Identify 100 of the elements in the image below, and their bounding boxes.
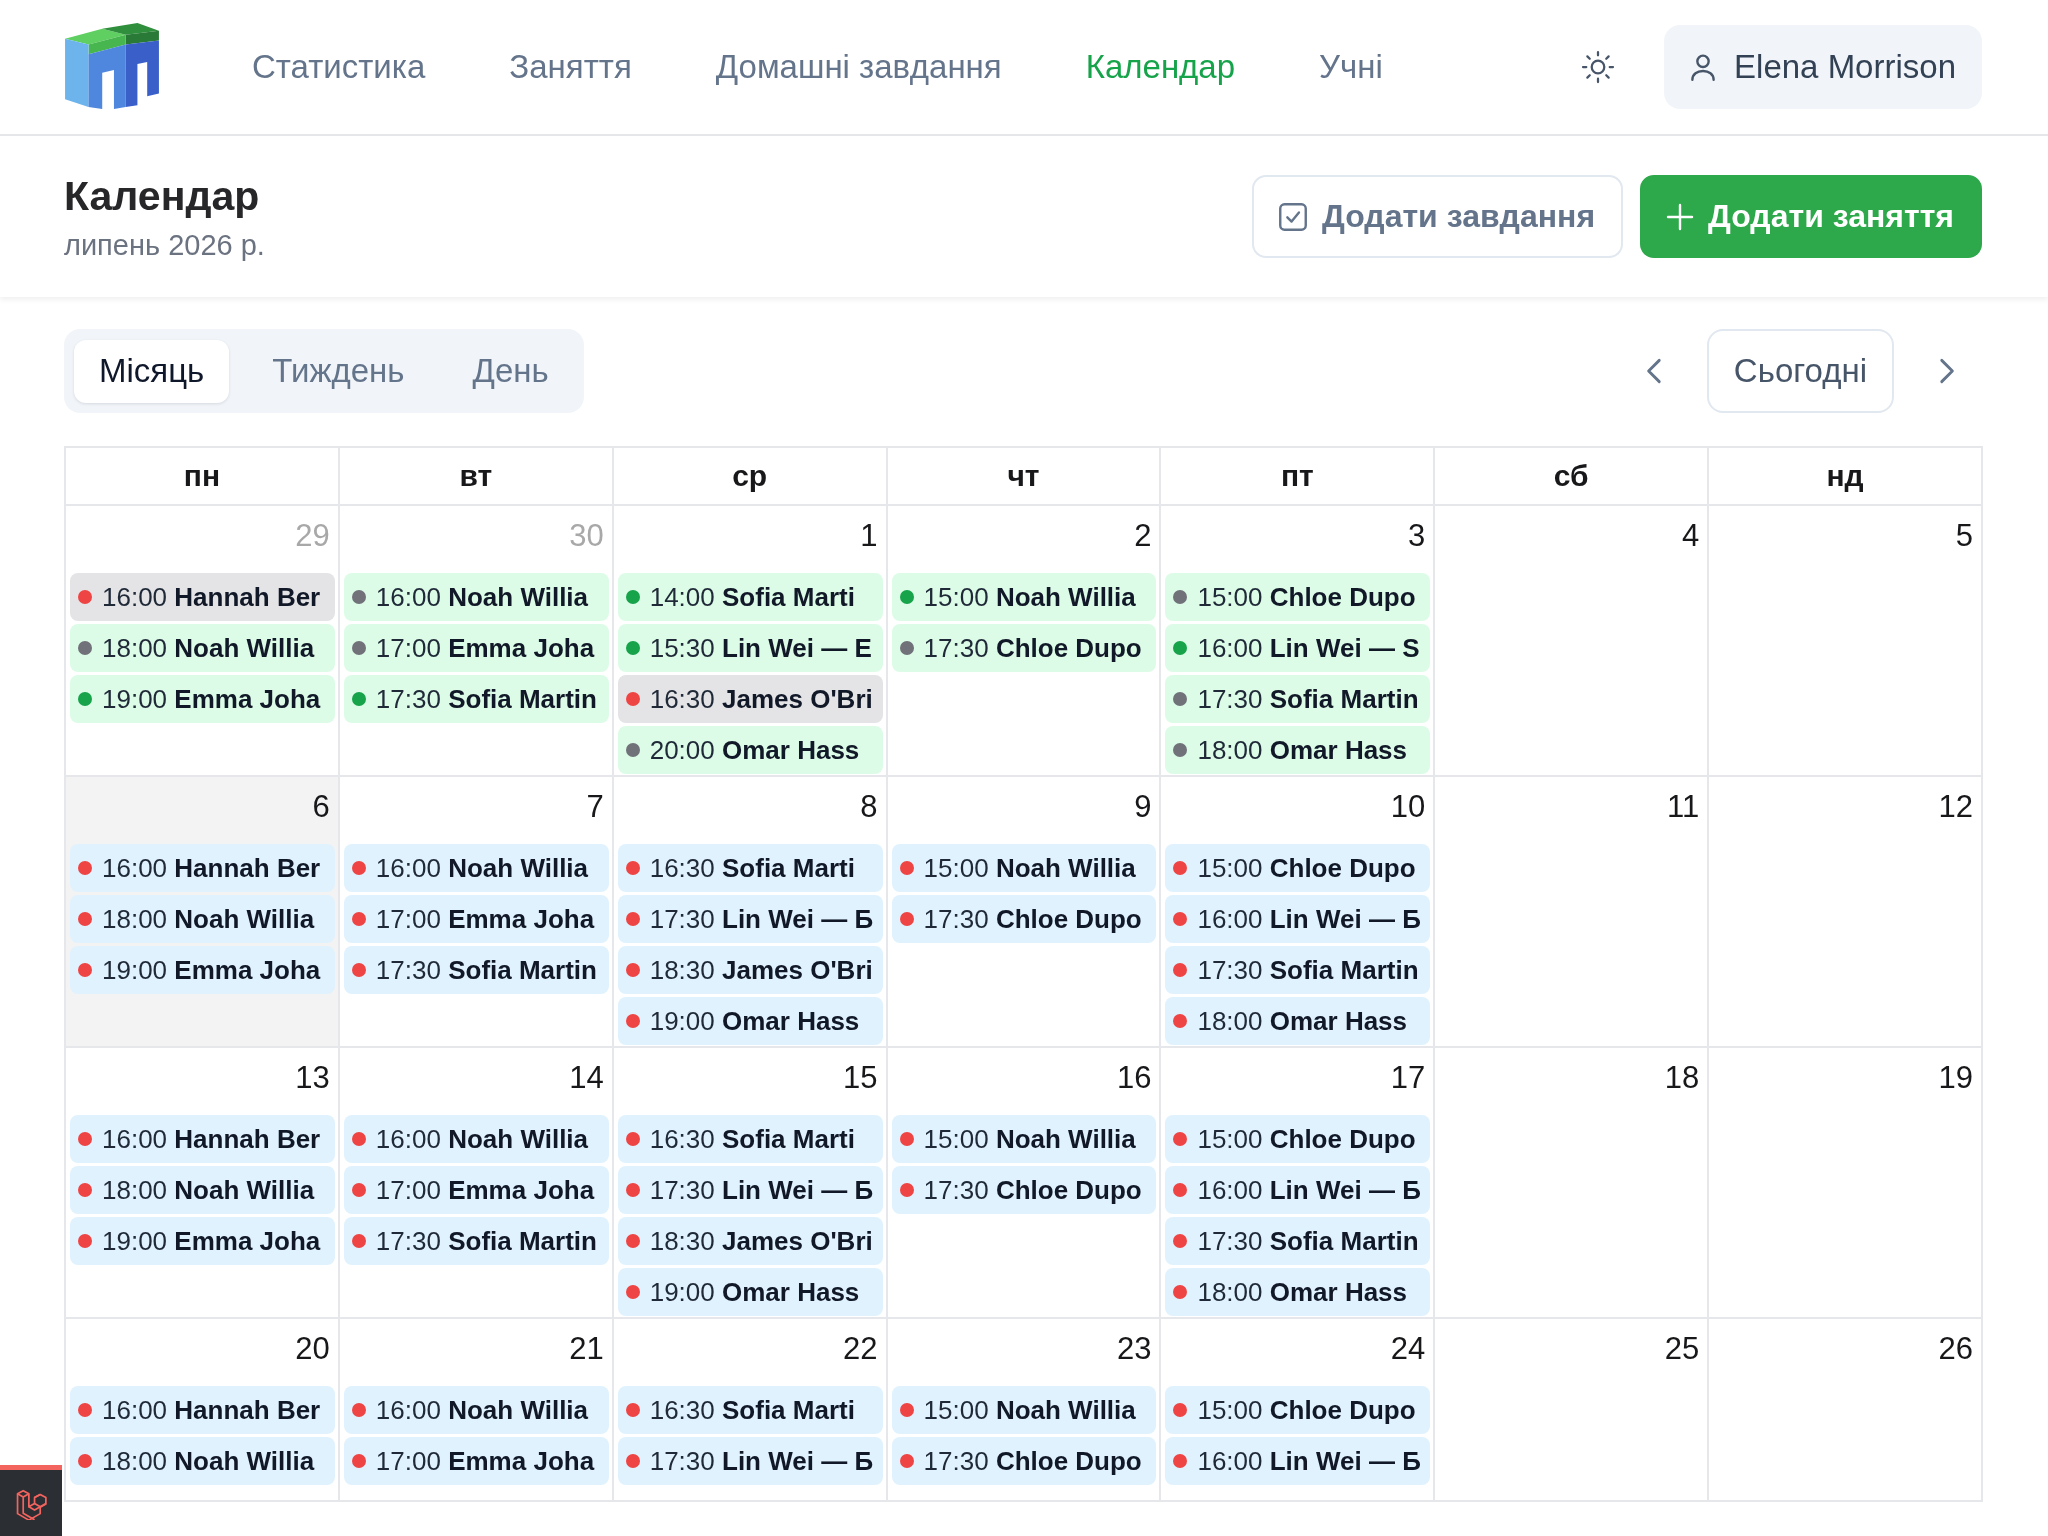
view-tab[interactable]: Місяць xyxy=(74,339,230,403)
day-number: 2 xyxy=(1133,517,1153,555)
page-title: Календар xyxy=(64,171,261,220)
nav-link[interactable]: Статистика xyxy=(252,48,426,86)
event-chip[interactable]: 18:00 Noah Willia xyxy=(70,1166,335,1214)
today-button[interactable]: Сьогодні xyxy=(1706,329,1894,413)
day-number: 11 xyxy=(1665,788,1701,826)
page-subtitle: липень 2026 р. xyxy=(64,227,265,262)
day-number: 7 xyxy=(585,788,605,826)
event-chip[interactable]: 19:00 Emma Joha xyxy=(70,946,335,994)
event-chip[interactable]: 18:00 Noah Willia xyxy=(70,1437,335,1485)
weekday-header: пн xyxy=(66,448,338,504)
event-chip[interactable]: 15:00 Noah Willia xyxy=(891,1386,1157,1434)
event-chip[interactable]: 18:00 Omar Hass xyxy=(1165,726,1431,774)
event-chip[interactable]: 17:30 Sofia Martin xyxy=(343,1217,609,1265)
event-chip[interactable]: 17:30 Lin Wei — Б xyxy=(617,1166,883,1214)
day-number: 19 xyxy=(1937,1059,1974,1097)
event-chip[interactable]: 15:00 Noah Willia xyxy=(891,844,1157,892)
event-chip[interactable]: 16:30 James O'Bri xyxy=(617,675,883,723)
day-number: 22 xyxy=(842,1330,879,1368)
event-chip[interactable]: 16:00 Hannah Ber xyxy=(70,844,335,892)
event-chip[interactable]: 17:00 Emma Joha xyxy=(343,624,609,672)
nav-link[interactable]: Заняття xyxy=(509,48,632,86)
theme-toggle-button[interactable] xyxy=(1580,49,1617,85)
user-menu-button[interactable]: Elena Morrison xyxy=(1664,25,1982,109)
event-chip[interactable]: 16:00 Noah Willia xyxy=(343,1115,609,1163)
event-chip[interactable]: 17:30 Chloe Dupo xyxy=(891,1437,1157,1485)
day-number: 9 xyxy=(1133,788,1153,826)
nav-link[interactable]: Домашні завдання xyxy=(715,48,1002,86)
day-number: 6 xyxy=(311,788,331,826)
event-chip[interactable]: 16:00 Hannah Ber xyxy=(70,573,335,621)
event-chip[interactable]: 17:30 Sofia Martin xyxy=(1165,1217,1431,1265)
day-number: 1 xyxy=(859,517,879,555)
event-chip[interactable]: 15:00 Chloe Dupo xyxy=(1165,1386,1431,1434)
day-number: 10 xyxy=(1389,788,1427,826)
event-chip[interactable]: 18:30 James O'Bri xyxy=(617,946,883,994)
event-chip[interactable]: 16:30 Sofia Marti xyxy=(617,844,883,892)
event-chip[interactable]: 17:30 Chloe Dupo xyxy=(891,1166,1157,1214)
add-task-button[interactable]: Додати завдання xyxy=(1252,175,1624,258)
event-chip[interactable]: 17:30 Sofia Martin xyxy=(1165,946,1431,994)
event-chip[interactable]: 19:00 Emma Joha xyxy=(70,675,335,723)
event-chip[interactable]: 16:00 Hannah Ber xyxy=(70,1386,335,1434)
event-chip[interactable]: 16:00 Hannah Ber xyxy=(70,1115,335,1163)
event-chip[interactable]: 18:00 Noah Willia xyxy=(70,624,335,672)
day-number: 15 xyxy=(842,1059,879,1097)
event-chip[interactable]: 15:00 Chloe Dupo xyxy=(1165,1115,1431,1163)
event-chip[interactable]: 18:30 James O'Bri xyxy=(617,1217,883,1265)
event-chip[interactable]: 17:30 Chloe Dupo xyxy=(891,895,1157,943)
weekday-header: нд xyxy=(1709,448,1981,504)
event-chip[interactable]: 16:00 Noah Willia xyxy=(343,1386,609,1434)
event-chip[interactable]: 15:00 Noah Willia xyxy=(891,573,1157,621)
view-tab[interactable]: День xyxy=(447,339,574,403)
day-number: 14 xyxy=(568,1059,605,1097)
nav-link[interactable]: Учні xyxy=(1319,48,1383,86)
event-chip[interactable]: 15:00 Chloe Dupo xyxy=(1165,573,1431,621)
day-number: 20 xyxy=(294,1330,331,1368)
event-chip[interactable]: 14:00 Sofia Marti xyxy=(617,573,883,621)
day-number: 30 xyxy=(568,517,605,555)
event-chip[interactable]: 16:00 Lin Wei — Б xyxy=(1165,1166,1431,1214)
day-number: 29 xyxy=(294,517,331,555)
day-number: 26 xyxy=(1937,1330,1974,1368)
day-number: 13 xyxy=(294,1059,331,1097)
event-chip[interactable]: 16:30 Sofia Marti xyxy=(617,1115,883,1163)
event-chip[interactable]: 15:00 Chloe Dupo xyxy=(1165,844,1431,892)
event-chip[interactable]: 17:30 Sofia Martin xyxy=(343,946,609,994)
day-number: 24 xyxy=(1389,1330,1427,1368)
event-chip[interactable]: 16:00 Noah Willia xyxy=(343,844,609,892)
event-chip[interactable]: 16:30 Sofia Marti xyxy=(617,1386,883,1434)
event-chip[interactable]: 17:00 Emma Joha xyxy=(343,895,609,943)
event-chip[interactable]: 17:30 Lin Wei — Б xyxy=(617,895,883,943)
event-chip[interactable]: 16:00 Lin Wei — S xyxy=(1165,624,1431,672)
event-chip[interactable]: 16:00 Noah Willia xyxy=(343,573,609,621)
event-chip[interactable]: 17:30 Sofia Martin xyxy=(1165,675,1431,723)
day-number: 4 xyxy=(1680,517,1701,555)
day-number: 25 xyxy=(1663,1330,1701,1368)
event-chip[interactable]: 19:00 Emma Joha xyxy=(70,1217,335,1265)
day-number: 18 xyxy=(1663,1059,1701,1097)
event-chip[interactable]: 15:00 Noah Willia xyxy=(891,1115,1157,1163)
weekday-header: пт xyxy=(1161,448,1434,504)
event-chip[interactable]: 19:00 Omar Hass xyxy=(617,1268,883,1316)
event-chip[interactable]: 18:00 Omar Hass xyxy=(1165,1268,1431,1316)
event-chip[interactable]: 17:30 Sofia Martin xyxy=(343,675,609,723)
event-chip[interactable]: 16:00 Lin Wei — Б xyxy=(1165,895,1431,943)
blocks-logo[interactable] xyxy=(63,23,161,111)
event-chip[interactable]: 19:00 Omar Hass xyxy=(617,997,883,1045)
event-chip[interactable]: 17:30 Lin Wei — Б xyxy=(617,1437,883,1485)
weekday-header: чт xyxy=(887,448,1160,504)
sun-icon xyxy=(1580,49,1617,85)
event-chip[interactable]: 18:00 Noah Willia xyxy=(70,895,335,943)
event-chip[interactable]: 17:30 Chloe Dupo xyxy=(891,624,1157,672)
event-chip[interactable]: 18:00 Omar Hass xyxy=(1165,997,1431,1045)
event-chip[interactable]: 17:00 Emma Joha xyxy=(343,1166,609,1214)
day-number: 16 xyxy=(1115,1059,1153,1097)
event-chip[interactable]: 15:30 Lin Wei — E xyxy=(617,624,883,672)
debug-toolbar-button[interactable] xyxy=(0,1465,62,1536)
event-chip[interactable]: 16:00 Lin Wei — Б xyxy=(1165,1437,1431,1485)
view-tab[interactable]: Тиждень xyxy=(247,339,430,403)
day-number: 12 xyxy=(1937,788,1974,826)
event-chip[interactable]: 20:00 Omar Hass xyxy=(617,726,883,774)
event-chip[interactable]: 17:00 Emma Joha xyxy=(343,1437,609,1485)
